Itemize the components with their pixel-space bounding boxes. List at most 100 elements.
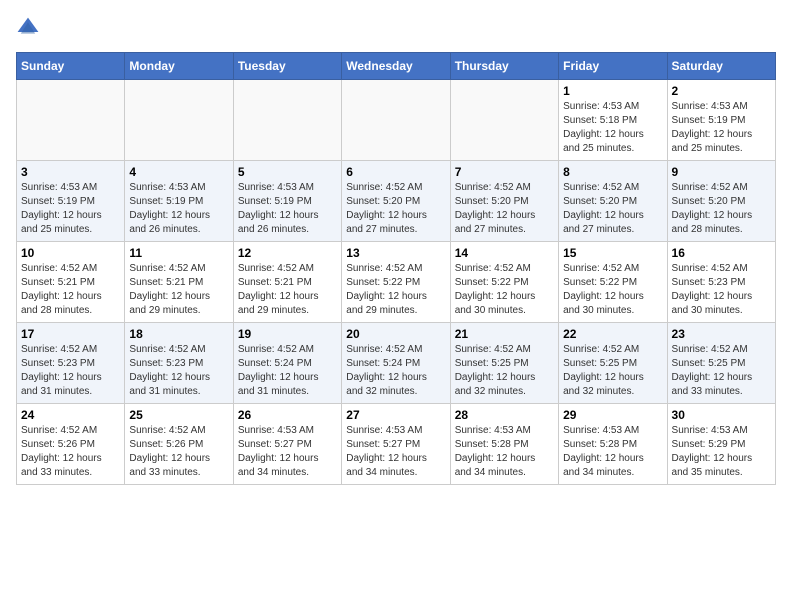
day-number: 10 [21,246,120,260]
calendar-cell: 25 Sunrise: 4:52 AM Sunset: 5:26 PM Dayli… [125,404,233,485]
day-number: 29 [563,408,662,422]
calendar-cell [125,80,233,161]
day-info: Sunrise: 4:53 AM Sunset: 5:19 PM Dayligh… [672,100,771,156]
calendar-cell: 9 Sunrise: 4:52 AM Sunset: 5:20 PM Daylig… [667,161,775,242]
calendar-cell: 4 Sunrise: 4:53 AM Sunset: 5:19 PM Daylig… [125,161,233,242]
day-number: 1 [563,84,662,98]
calendar-cell [450,80,558,161]
weekday-header-friday: Friday [559,53,667,80]
weekday-header-tuesday: Tuesday [233,53,341,80]
day-number: 13 [346,246,445,260]
day-number: 24 [21,408,120,422]
day-info: Sunrise: 4:52 AM Sunset: 5:26 PM Dayligh… [21,424,120,480]
day-info: Sunrise: 4:53 AM Sunset: 5:19 PM Dayligh… [21,181,120,237]
day-info: Sunrise: 4:52 AM Sunset: 5:25 PM Dayligh… [455,343,554,399]
calendar-cell [233,80,341,161]
day-info: Sunrise: 4:52 AM Sunset: 5:24 PM Dayligh… [346,343,445,399]
day-info: Sunrise: 4:52 AM Sunset: 5:25 PM Dayligh… [672,343,771,399]
weekday-header-saturday: Saturday [667,53,775,80]
day-number: 7 [455,165,554,179]
day-info: Sunrise: 4:52 AM Sunset: 5:21 PM Dayligh… [129,262,228,318]
day-number: 25 [129,408,228,422]
calendar-cell: 12 Sunrise: 4:52 AM Sunset: 5:21 PM Dayli… [233,242,341,323]
day-info: Sunrise: 4:53 AM Sunset: 5:29 PM Dayligh… [672,424,771,480]
calendar-cell: 15 Sunrise: 4:52 AM Sunset: 5:22 PM Dayli… [559,242,667,323]
day-number: 28 [455,408,554,422]
day-info: Sunrise: 4:53 AM Sunset: 5:19 PM Dayligh… [238,181,337,237]
day-number: 9 [672,165,771,179]
day-info: Sunrise: 4:52 AM Sunset: 5:21 PM Dayligh… [21,262,120,318]
calendar-cell: 24 Sunrise: 4:52 AM Sunset: 5:26 PM Dayli… [17,404,125,485]
calendar-cell: 16Sunrise: 4:52 AM Sunset: 5:23 PM Dayli… [667,242,775,323]
weekday-header-thursday: Thursday [450,53,558,80]
calendar-cell: 28 Sunrise: 4:53 AM Sunset: 5:28 PM Dayli… [450,404,558,485]
day-info: Sunrise: 4:53 AM Sunset: 5:19 PM Dayligh… [129,181,228,237]
day-number: 23 [672,327,771,341]
calendar-table: SundayMondayTuesdayWednesdayThursdayFrid… [16,52,776,485]
day-info: Sunrise: 4:52 AM Sunset: 5:22 PM Dayligh… [455,262,554,318]
weekday-header-wednesday: Wednesday [342,53,450,80]
calendar-cell: 7 Sunrise: 4:52 AM Sunset: 5:20 PM Daylig… [450,161,558,242]
day-number: 21 [455,327,554,341]
calendar-cell: 3Sunrise: 4:53 AM Sunset: 5:19 PM Daylig… [17,161,125,242]
calendar-cell: 23 Sunrise: 4:52 AM Sunset: 5:25 PM Dayli… [667,323,775,404]
calendar-cell: 8 Sunrise: 4:52 AM Sunset: 5:20 PM Daylig… [559,161,667,242]
calendar-cell: 19 Sunrise: 4:52 AM Sunset: 5:24 PM Dayli… [233,323,341,404]
calendar-cell: 11Sunrise: 4:52 AM Sunset: 5:21 PM Dayli… [125,242,233,323]
calendar-cell: 21 Sunrise: 4:52 AM Sunset: 5:25 PM Dayli… [450,323,558,404]
day-number: 27 [346,408,445,422]
day-info: Sunrise: 4:53 AM Sunset: 5:28 PM Dayligh… [563,424,662,480]
day-number: 20 [346,327,445,341]
calendar-cell [17,80,125,161]
day-number: 26 [238,408,337,422]
day-info: Sunrise: 4:52 AM Sunset: 5:21 PM Dayligh… [238,262,337,318]
calendar-cell: 14 Sunrise: 4:52 AM Sunset: 5:22 PM Dayli… [450,242,558,323]
day-info: Sunrise: 4:52 AM Sunset: 5:23 PM Dayligh… [129,343,228,399]
calendar-cell: 30 Sunrise: 4:53 AM Sunset: 5:29 PM Dayli… [667,404,775,485]
day-number: 16 [672,246,771,260]
calendar-cell: 20 Sunrise: 4:52 AM Sunset: 5:24 PM Dayli… [342,323,450,404]
day-info: Sunrise: 4:53 AM Sunset: 5:28 PM Dayligh… [455,424,554,480]
calendar-cell [342,80,450,161]
calendar-cell: 1Sunrise: 4:53 AM Sunset: 5:18 PM Daylig… [559,80,667,161]
day-number: 8 [563,165,662,179]
day-info: Sunrise: 4:52 AM Sunset: 5:22 PM Dayligh… [346,262,445,318]
day-number: 30 [672,408,771,422]
calendar-cell: 29 Sunrise: 4:53 AM Sunset: 5:28 PM Dayli… [559,404,667,485]
day-info: Sunrise: 4:52 AM Sunset: 5:20 PM Dayligh… [346,181,445,237]
day-number: 18 [129,327,228,341]
day-number: 4 [129,165,228,179]
day-number: 17 [21,327,120,341]
calendar-cell: 22 Sunrise: 4:52 AM Sunset: 5:25 PM Dayli… [559,323,667,404]
day-info: Sunrise: 4:52 AM Sunset: 5:25 PM Dayligh… [563,343,662,399]
day-number: 14 [455,246,554,260]
weekday-header-sunday: Sunday [17,53,125,80]
day-info: Sunrise: 4:52 AM Sunset: 5:20 PM Dayligh… [672,181,771,237]
logo-icon [16,16,40,40]
calendar-cell: 13 Sunrise: 4:52 AM Sunset: 5:22 PM Dayli… [342,242,450,323]
calendar-cell: 6 Sunrise: 4:52 AM Sunset: 5:20 PM Daylig… [342,161,450,242]
weekday-header-monday: Monday [125,53,233,80]
day-number: 5 [238,165,337,179]
day-number: 2 [672,84,771,98]
day-info: Sunrise: 4:52 AM Sunset: 5:26 PM Dayligh… [129,424,228,480]
day-info: Sunrise: 4:52 AM Sunset: 5:20 PM Dayligh… [563,181,662,237]
calendar-cell: 18 Sunrise: 4:52 AM Sunset: 5:23 PM Dayli… [125,323,233,404]
day-number: 6 [346,165,445,179]
day-info: Sunrise: 4:52 AM Sunset: 5:24 PM Dayligh… [238,343,337,399]
day-info: Sunrise: 4:52 AM Sunset: 5:22 PM Dayligh… [563,262,662,318]
day-info: Sunrise: 4:52 AM Sunset: 5:23 PM Dayligh… [21,343,120,399]
calendar-cell: 10 Sunrise: 4:52 AM Sunset: 5:21 PM Dayli… [17,242,125,323]
calendar-cell: 26 Sunrise: 4:53 AM Sunset: 5:27 PM Dayli… [233,404,341,485]
day-info: Sunrise: 4:52 AM Sunset: 5:20 PM Dayligh… [455,181,554,237]
logo [16,16,44,40]
day-number: 15 [563,246,662,260]
day-info: Sunrise: 4:53 AM Sunset: 5:27 PM Dayligh… [238,424,337,480]
day-number: 12 [238,246,337,260]
day-number: 19 [238,327,337,341]
calendar-cell: 5 Sunrise: 4:53 AM Sunset: 5:19 PM Daylig… [233,161,341,242]
calendar-cell: 2 Sunrise: 4:53 AM Sunset: 5:19 PM Daylig… [667,80,775,161]
day-info: Sunrise: 4:53 AM Sunset: 5:27 PM Dayligh… [346,424,445,480]
calendar-cell: 27 Sunrise: 4:53 AM Sunset: 5:27 PM Dayli… [342,404,450,485]
day-number: 22 [563,327,662,341]
